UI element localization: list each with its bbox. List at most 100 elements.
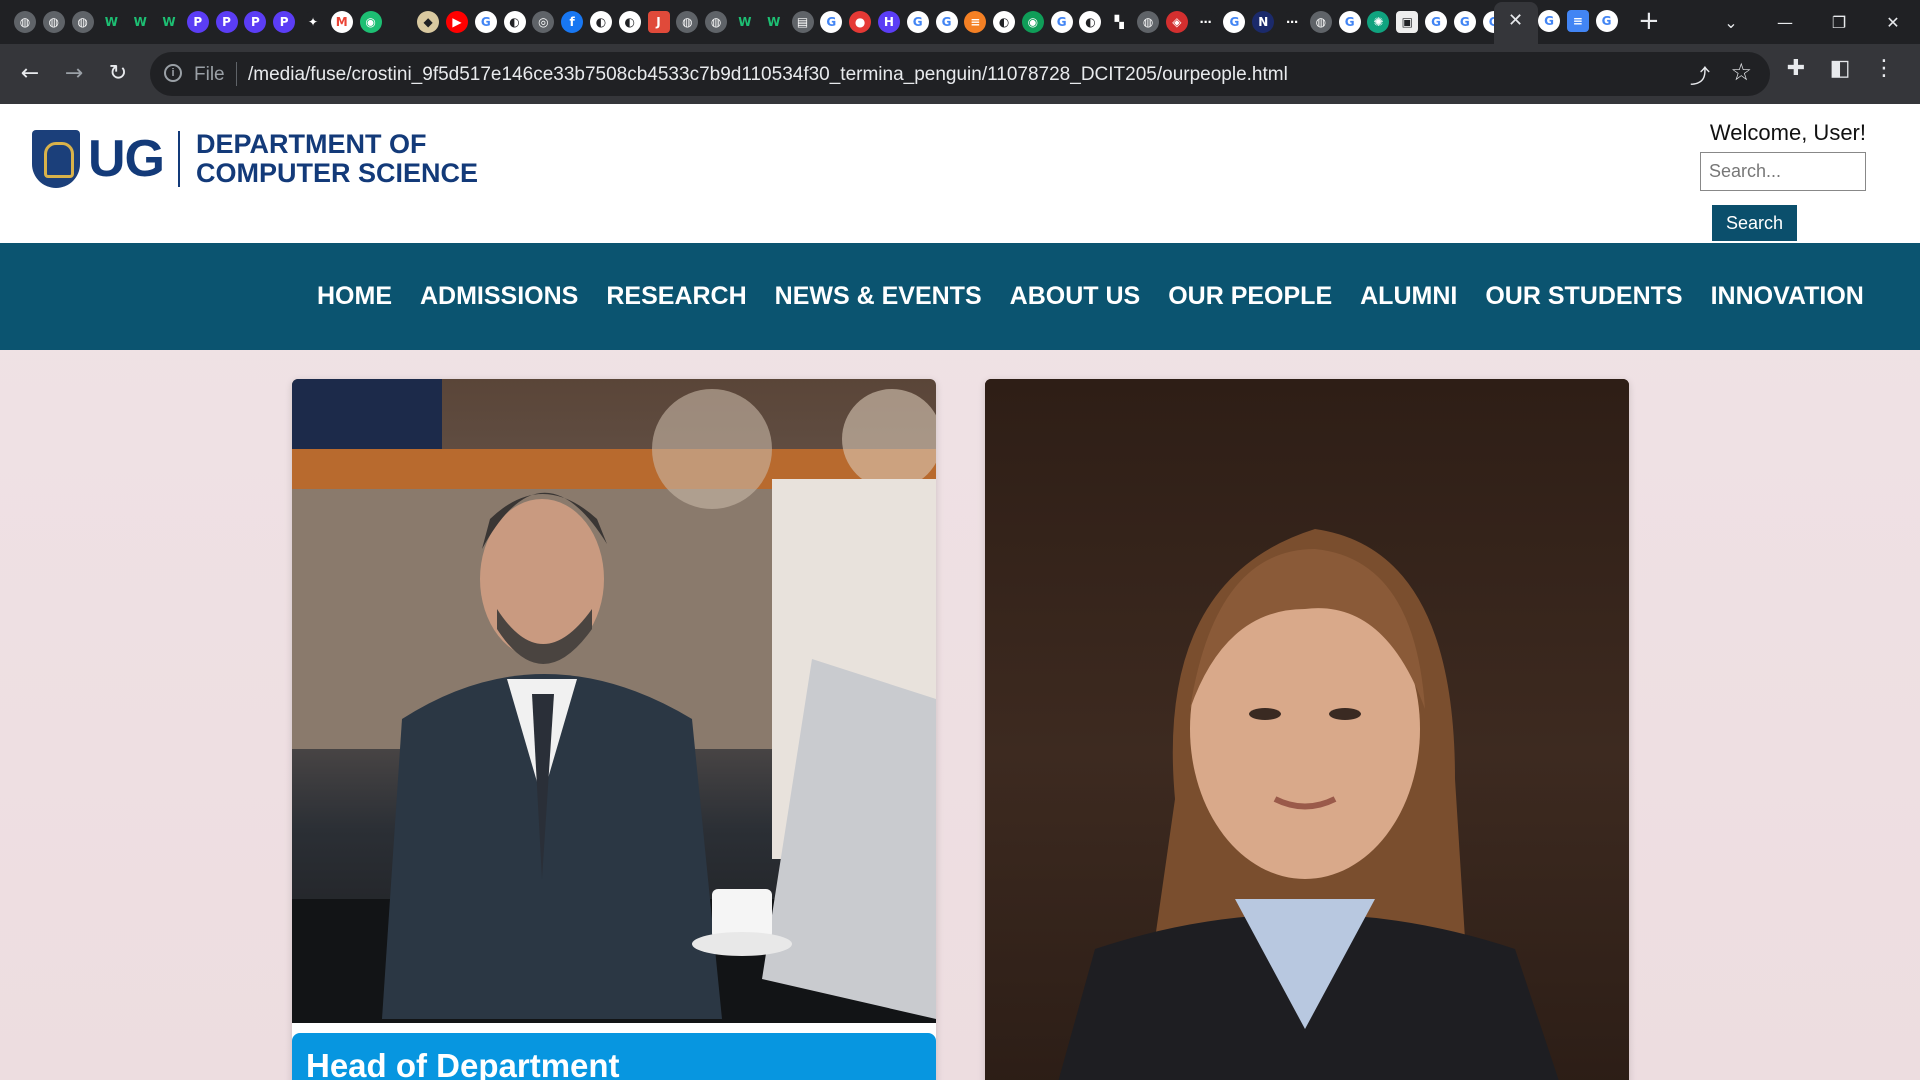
facebook-icon[interactable]: f xyxy=(561,11,584,33)
welcome-message: Welcome, User! xyxy=(1709,120,1866,145)
p-icon[interactable]: P xyxy=(244,11,267,33)
globe-icon[interactable]: ◍ xyxy=(71,11,94,33)
github-icon[interactable]: ◐ xyxy=(993,11,1016,33)
google-icon[interactable]: G xyxy=(1223,11,1246,33)
department-name: DEPARTMENT OF COMPUTER SCIENCE xyxy=(196,130,478,188)
reload-icon[interactable]: ↻ xyxy=(102,58,134,90)
google-icon[interactable]: G xyxy=(820,11,843,33)
google-icon[interactable]: G xyxy=(1425,11,1448,33)
google-icon[interactable]: G xyxy=(1050,11,1073,33)
nav-item-alumni[interactable]: ALUMNI xyxy=(1360,282,1457,311)
forward-arrow-icon[interactable]: → xyxy=(58,58,90,90)
tab-search-icon[interactable]: ⌄ xyxy=(1704,13,1758,32)
share-icon[interactable]: ⤴ xyxy=(1690,60,1710,89)
globe-icon[interactable]: ◍ xyxy=(42,11,65,33)
search-button[interactable]: Search xyxy=(1712,205,1797,241)
staff-photo xyxy=(292,379,936,1023)
people-card-head-of-department[interactable]: Head of Department xyxy=(292,379,936,1080)
google-icon[interactable]: G xyxy=(1453,11,1476,33)
image-icon[interactable]: ▣ xyxy=(1396,11,1419,33)
chat-icon[interactable]: ◉ xyxy=(359,11,382,33)
department-name-line2: COMPUTER SCIENCE xyxy=(196,158,479,188)
google-icon[interactable]: G xyxy=(906,11,929,33)
stack-icon[interactable]: ≡ xyxy=(964,11,987,33)
github-icon[interactable]: ◐ xyxy=(1079,11,1102,33)
globe-icon[interactable]: ◍ xyxy=(1309,11,1332,33)
shield-icon[interactable]: ◈ xyxy=(1165,11,1188,33)
nav-item-about-us[interactable]: ABOUT US xyxy=(1010,282,1141,311)
crest-icon[interactable]: ◆ xyxy=(417,11,440,33)
google-icon[interactable]: G xyxy=(1538,10,1560,32)
google-icon[interactable]: G xyxy=(474,11,497,33)
p-icon[interactable]: P xyxy=(215,11,238,33)
site-info-icon[interactable]: i xyxy=(164,64,182,82)
tab-favicon-list-right: G ≡ G xyxy=(1538,10,1624,32)
p-icon[interactable]: P xyxy=(273,11,296,33)
w-icon[interactable]: W xyxy=(733,11,756,33)
tab-favicon-list: ◍ ◍ ◍ W W W P P P P ✦ M ◉ ◆ ▶ G ◐ ◎ f ◐ ◐ J ◍ ◍ W W ▤ G ● H G G ≡ ◐ ◉ G ◐ ▚ ◍ ◈… xyxy=(14,10,1511,34)
jpg-png-icon[interactable]: J xyxy=(647,11,670,33)
doc-icon[interactable]: ▤ xyxy=(791,11,814,33)
nav-item-our-people[interactable]: OUR PEOPLE xyxy=(1168,282,1332,311)
github-icon[interactable]: ◐ xyxy=(589,11,612,33)
w-icon[interactable]: W xyxy=(129,11,152,33)
side-panel-icon[interactable]: ◧ xyxy=(1818,56,1862,81)
fingerprint-icon[interactable]: ◎ xyxy=(532,11,555,33)
nav-item-news-events[interactable]: NEWS & EVENTS xyxy=(775,282,982,311)
h-icon[interactable]: H xyxy=(877,11,900,33)
staff-photo-illustration xyxy=(292,379,936,1023)
globe-icon[interactable]: ◍ xyxy=(14,11,36,33)
gmail-icon[interactable]: M xyxy=(330,11,353,33)
nav-list: HOME ADMISSIONS RESEARCH NEWS & EVENTS A… xyxy=(317,243,1892,350)
close-window-icon[interactable]: ✕ xyxy=(1866,13,1920,32)
back-arrow-icon[interactable]: ← xyxy=(14,58,46,90)
docs-icon[interactable]: ≡ xyxy=(1566,10,1589,32)
search-input[interactable] xyxy=(1700,152,1866,191)
w-icon[interactable]: W xyxy=(762,11,785,33)
record-icon[interactable]: ● xyxy=(849,11,872,33)
ntu-icon[interactable]: N xyxy=(1252,11,1275,33)
people-card-staff[interactable] xyxy=(985,379,1629,1080)
nav-item-innovation[interactable]: INNOVATION xyxy=(1711,282,1864,311)
github-icon[interactable]: ◐ xyxy=(618,11,641,33)
globe-icon[interactable]: ◍ xyxy=(1137,11,1160,33)
close-tab-icon[interactable]: ✕ xyxy=(1508,10,1523,31)
w-icon[interactable]: W xyxy=(100,11,123,33)
figure-icon[interactable]: ✦ xyxy=(301,11,324,33)
google-icon[interactable]: G xyxy=(1595,10,1618,32)
menu-kebab-icon[interactable]: ⋮ xyxy=(1862,56,1906,81)
dots-icon[interactable]: ⋯ xyxy=(1281,11,1304,33)
chart-icon[interactable]: ▚ xyxy=(1108,11,1131,33)
main-navigation: HOME ADMISSIONS RESEARCH NEWS & EVENTS A… xyxy=(0,243,1920,350)
p-icon[interactable]: P xyxy=(186,11,209,33)
extensions-icon[interactable]: ✚ xyxy=(1774,56,1818,81)
new-tab-button[interactable]: + xyxy=(1638,6,1660,36)
bookmark-star-icon[interactable]: ☆ xyxy=(1730,58,1752,86)
nav-item-home[interactable]: HOME xyxy=(317,282,392,311)
badge-icon[interactable]: ◉ xyxy=(1021,11,1044,33)
address-bar[interactable]: i File /media/fuse/crostini_9f5d517e146c… xyxy=(150,52,1770,96)
nav-item-our-students[interactable]: OUR STUDENTS xyxy=(1485,282,1682,311)
department-logo[interactable]: UG DEPARTMENT OF COMPUTER SCIENCE xyxy=(32,129,478,189)
google-icon[interactable]: G xyxy=(1338,11,1361,33)
w-icon[interactable]: W xyxy=(157,11,180,33)
restore-icon[interactable]: ❐ xyxy=(1812,13,1866,32)
active-tab[interactable]: ✕ xyxy=(1494,2,1538,44)
logo-ug-text: UG xyxy=(88,130,165,188)
blank-icon[interactable] xyxy=(388,11,411,33)
openai-icon[interactable]: ✺ xyxy=(1367,11,1390,33)
youtube-icon[interactable]: ▶ xyxy=(445,11,468,33)
web-page: UG DEPARTMENT OF COMPUTER SCIENCE Welcom… xyxy=(0,104,1920,1080)
nav-item-admissions[interactable]: ADMISSIONS xyxy=(420,282,578,311)
dots-icon[interactable]: ⋯ xyxy=(1194,11,1217,33)
globe-icon[interactable]: ◍ xyxy=(676,11,699,33)
card-title: Head of Department xyxy=(292,1033,936,1080)
globe-icon[interactable]: ◍ xyxy=(705,11,728,33)
logo-divider xyxy=(178,131,180,187)
url-text[interactable]: /media/fuse/crostini_9f5d517e146ce33b750… xyxy=(248,64,1288,86)
github-icon[interactable]: ◐ xyxy=(503,11,526,33)
minimize-icon[interactable]: — xyxy=(1758,13,1812,32)
address-separator xyxy=(236,62,237,86)
google-icon[interactable]: G xyxy=(935,11,958,33)
nav-item-research[interactable]: RESEARCH xyxy=(606,282,746,311)
